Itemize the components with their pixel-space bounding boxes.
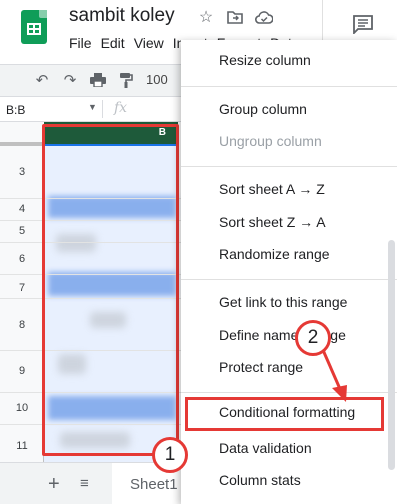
sheets-logo-icon[interactable] <box>21 10 47 44</box>
row-number[interactable]: 10 <box>0 402 44 414</box>
menu-item-column-stats[interactable]: Column stats <box>219 472 301 488</box>
paint-format-icon[interactable] <box>116 70 136 90</box>
row-number[interactable]: 7 <box>0 282 44 294</box>
menu-separator <box>181 392 397 393</box>
row-number[interactable]: 5 <box>0 225 44 237</box>
row-number[interactable]: 3 <box>0 166 44 178</box>
row-number[interactable]: 4 <box>0 203 44 215</box>
sheet-tab-label: Sheet1 <box>130 476 178 493</box>
row-number[interactable]: 9 <box>0 365 44 377</box>
menu-item-ungroup-column: Ungroup column <box>219 133 322 149</box>
zoom-select[interactable]: 100 <box>146 72 168 87</box>
menu-separator <box>181 166 397 167</box>
cloud-saved-icon[interactable] <box>254 7 274 27</box>
undo-icon[interactable]: ↶ <box>32 70 52 90</box>
step-2-callout: 2 <box>295 320 331 356</box>
row-number[interactable]: 6 <box>0 253 44 265</box>
menu-item-data-validation[interactable]: Data validation <box>219 440 312 456</box>
menu-item-resize-column[interactable]: Resize column <box>219 52 311 68</box>
document-title[interactable]: sambit koley <box>69 5 175 27</box>
fx-icon: fx <box>114 100 128 116</box>
menu-item-sort-z-a[interactable]: Sort sheet Z → A <box>219 214 326 230</box>
add-sheet-button[interactable]: + <box>48 473 60 496</box>
menu-separator <box>181 86 397 87</box>
redo-icon[interactable]: ↷ <box>60 70 80 90</box>
step-1-callout: 1 <box>152 437 188 473</box>
menu-item-protect-range[interactable]: Protect range <box>219 359 303 375</box>
name-box[interactable]: B:B <box>6 103 25 117</box>
print-icon[interactable] <box>88 70 108 90</box>
menu-item-get-link[interactable]: Get link to this range <box>219 294 347 310</box>
star-icon[interactable]: ☆ <box>196 7 216 27</box>
menu-item-sort-a-z[interactable]: Sort sheet A → Z <box>219 181 325 197</box>
chevron-down-icon[interactable]: ▼ <box>88 102 97 112</box>
title-icons: ☆ <box>196 7 274 27</box>
menu-item-group-column[interactable]: Group column <box>219 101 307 117</box>
select-all-corner[interactable] <box>0 122 44 146</box>
comment-icon[interactable] <box>352 14 376 36</box>
move-to-folder-icon[interactable] <box>225 7 245 27</box>
column-highlight-box <box>42 124 179 456</box>
row-number[interactable]: 8 <box>0 319 44 331</box>
row-number[interactable]: 11 <box>0 440 44 452</box>
menu-file[interactable]: File <box>69 35 92 51</box>
menu-edit[interactable]: Edit <box>101 35 125 51</box>
menu-view[interactable]: View <box>134 35 164 51</box>
menu-scrollbar[interactable] <box>388 240 395 470</box>
all-sheets-button[interactable]: ≡ <box>80 475 89 492</box>
column-context-menu: Resize column Group column Ungroup colum… <box>181 40 397 504</box>
menu-separator <box>181 279 397 280</box>
menu-item-randomize-range[interactable]: Randomize range <box>219 246 330 262</box>
name-box-divider <box>102 100 103 118</box>
conditional-formatting-highlight-box <box>185 397 384 431</box>
